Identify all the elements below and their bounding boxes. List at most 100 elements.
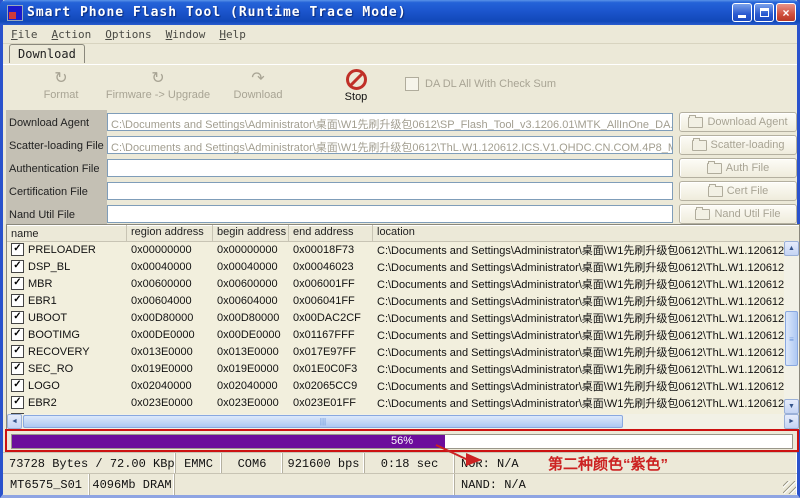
row-checkbox[interactable]: ✓ (11, 345, 24, 358)
download-agent-browse-button[interactable]: Download Agent (679, 112, 797, 132)
menu-file[interactable]: File (11, 28, 38, 41)
begin-address: 0x00604000 (213, 295, 289, 307)
tab-download[interactable]: Download (9, 44, 85, 63)
scroll-down-icon: ▼ (788, 403, 795, 410)
resize-grip[interactable] (783, 481, 796, 494)
region-address: 0x00600000 (127, 278, 213, 290)
close-button[interactable]: × (776, 3, 796, 22)
close-icon: × (782, 7, 789, 19)
scroll-right-button[interactable]: ► (784, 414, 799, 429)
status-speed: 73728 Bytes / 72.00 KBps (3, 453, 176, 474)
row-checkbox[interactable]: ✓ (11, 277, 24, 290)
begin-address: 0x019E0000 (213, 363, 289, 375)
region-address: 0x02040000 (127, 380, 213, 392)
col-region-address[interactable]: region address (127, 225, 213, 241)
row-checkbox[interactable]: ✓ (11, 243, 24, 256)
scroll-left-button[interactable]: ◄ (7, 414, 22, 429)
row-checkbox[interactable]: ✓ (11, 294, 24, 307)
format-button[interactable]: ↻ Format (21, 69, 101, 101)
region-address: 0x00604000 (127, 295, 213, 307)
begin-address: 0x00000000 (213, 244, 289, 256)
region-address: 0x013E0000 (127, 346, 213, 358)
cert-file-input[interactable] (107, 182, 673, 200)
menu-help[interactable]: Help (219, 28, 246, 41)
table-row[interactable]: ✓EBR2 0x023E0000 0x023E0000 0x023E01FF C… (7, 394, 784, 411)
table-row[interactable]: ✓UBOOT 0x00D80000 0x00D80000 0x00DAC2CF … (7, 309, 784, 326)
scroll-left-icon: ◄ (11, 418, 18, 425)
title-bar[interactable]: Smart Phone Flash Tool (Runtime Trace Mo… (0, 0, 800, 25)
scatter-file-input[interactable]: C:\Documents and Settings\Administrator\… (107, 136, 673, 154)
nand-util-browse-button[interactable]: Nand Util File (679, 204, 797, 224)
status-baud: 921600 bps (283, 453, 365, 474)
table-row[interactable]: ✓BOOTIMG 0x00DE0000 0x00DE0000 0x01167FF… (7, 326, 784, 343)
tab-row: Download (3, 44, 797, 64)
firmware-upgrade-label: Firmware -> Upgrade (106, 89, 210, 101)
table-row[interactable]: ✓MBR 0x00600000 0x00600000 0x006001FF C:… (7, 275, 784, 292)
format-icon: ↻ (21, 69, 101, 89)
horizontal-scrollbar[interactable]: ◄ ||| (7, 414, 784, 429)
table-row[interactable]: ✓EBR1 0x00604000 0x00604000 0x006041FF C… (7, 292, 784, 309)
folder-icon (692, 140, 707, 151)
stop-label: Stop (345, 91, 368, 103)
stop-button[interactable]: Stop (326, 69, 386, 103)
stop-icon (326, 69, 386, 91)
table-row[interactable]: ✓RECOVERY 0x013E0000 0x013E0000 0x017E97… (7, 343, 784, 360)
menu-options[interactable]: Options (105, 28, 151, 41)
vertical-scrollbar[interactable]: ▲ ≡ ▼ (784, 241, 799, 414)
menu-action[interactable]: Action (52, 28, 92, 41)
nand-util-file-input[interactable] (107, 205, 673, 223)
download-agent-input[interactable]: C:\Documents and Settings\Administrator\… (107, 113, 673, 131)
auth-file-input[interactable] (107, 159, 673, 177)
begin-address: 0x023E0000 (213, 397, 289, 409)
scatter-file-label: Scatter-loading File (9, 140, 105, 152)
minimize-button[interactable] (732, 3, 752, 22)
row-checkbox[interactable]: ✓ (11, 379, 24, 392)
firmware-upgrade-button[interactable]: ↻ Firmware -> Upgrade (98, 69, 218, 101)
col-location[interactable]: location (373, 225, 799, 241)
auth-browse-button[interactable]: Auth File (679, 158, 797, 178)
partition-name: PRELOADER (28, 244, 96, 256)
col-end-address[interactable]: end address (289, 225, 373, 241)
da-dl-checksum-option[interactable]: DA DL All With Check Sum (405, 77, 556, 91)
table-row[interactable]: ✓SEC_RO 0x019E0000 0x019E0000 0x01E0C0F3… (7, 360, 784, 377)
table-row[interactable]: ✓PRELOADER 0x00000000 0x00000000 0x00018… (7, 241, 784, 258)
download-button[interactable]: ↷ Download (213, 69, 303, 101)
maximize-button[interactable] (754, 3, 774, 22)
begin-address: 0x00040000 (213, 261, 289, 273)
row-checkbox[interactable]: ✓ (11, 362, 24, 375)
end-address: 0x01167FFF (289, 329, 373, 341)
row-location: C:\Documents and Settings\Administrator\… (373, 361, 784, 377)
app-window: Smart Phone Flash Tool (Runtime Trace Mo… (0, 0, 800, 498)
end-address: 0x00018F73 (289, 244, 373, 256)
menu-window[interactable]: Window (166, 28, 206, 41)
col-begin-address[interactable]: begin address (213, 225, 289, 241)
status-dram: 4096Mb DRAM (90, 474, 175, 495)
scroll-up-button[interactable]: ▲ (784, 241, 799, 256)
row-checkbox[interactable]: ✓ (11, 260, 24, 273)
table-row[interactable]: ✓LOGO 0x02040000 0x02040000 0x02065CC9 C… (7, 377, 784, 394)
scroll-right-icon: ► (788, 418, 795, 425)
status-storage: EMMC (176, 453, 222, 474)
row-checkbox[interactable]: ✓ (11, 396, 24, 409)
download-icon: ↷ (213, 69, 303, 89)
scroll-up-icon: ▲ (788, 245, 795, 252)
download-agent-label: Download Agent (9, 117, 105, 129)
cert-browse-button[interactable]: Cert File (679, 181, 797, 201)
row-checkbox[interactable]: ✓ (11, 311, 24, 324)
scatter-browse-button[interactable]: Scatter-loading (679, 135, 797, 155)
vertical-scroll-thumb[interactable]: ≡ (785, 311, 798, 366)
da-dl-checkbox[interactable] (405, 77, 419, 91)
col-name[interactable]: name (7, 225, 127, 241)
begin-address: 0x013E0000 (213, 346, 289, 358)
cert-button-label: Cert File (727, 185, 769, 197)
format-label: Format (44, 89, 79, 101)
partition-name: DSP_BL (28, 261, 70, 273)
region-address: 0x023E0000 (127, 397, 213, 409)
table-row[interactable]: ✓DSP_BL 0x00040000 0x00040000 0x00046023… (7, 258, 784, 275)
scroll-down-button[interactable]: ▼ (784, 399, 799, 414)
progress-percent: 56% (12, 435, 792, 448)
end-address: 0x00DAC2CF (289, 312, 373, 324)
row-checkbox[interactable]: ✓ (11, 328, 24, 341)
horizontal-scroll-thumb[interactable]: ||| (23, 415, 623, 428)
minimize-icon (738, 15, 746, 18)
